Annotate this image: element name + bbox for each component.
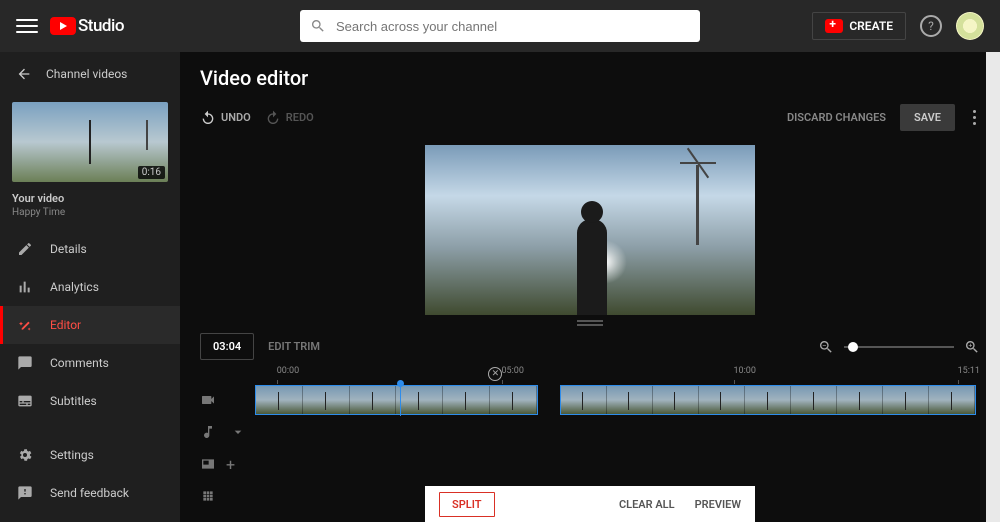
ruler-tick: 00:00	[277, 366, 299, 376]
sidebar-label: Editor	[50, 318, 81, 332]
timeline-controls: 03:04 EDIT TRIM	[180, 327, 1000, 366]
back-label: Channel videos	[46, 67, 127, 81]
endscreen-icon	[200, 456, 216, 472]
blur-icon	[200, 488, 216, 504]
sidebar-item-classic[interactable]: Creator Studio Classic	[0, 512, 180, 522]
discard-button[interactable]: DISCARD CHANGES	[787, 111, 886, 124]
video-track-header	[200, 384, 255, 416]
endscreen-track-header[interactable]: +	[200, 448, 255, 480]
sidebar-label: Settings	[50, 448, 94, 462]
audio-track-header[interactable]	[200, 416, 255, 448]
ruler-tick: 15:11	[958, 366, 980, 376]
sidebar-item-comments[interactable]: Comments	[0, 344, 180, 382]
trim-action-panel: SPLIT CLEAR ALL PREVIEW	[425, 486, 755, 522]
top-bar: Studio CREATE ?	[0, 0, 1000, 52]
youtube-icon	[50, 17, 76, 35]
time-ruler[interactable]: 00:00 05:00 10:00 15:11 ✕	[255, 366, 980, 384]
feedback-icon	[16, 484, 34, 502]
music-icon	[200, 424, 216, 440]
create-icon	[825, 19, 843, 33]
undo-icon	[200, 110, 216, 126]
zoom-out-icon[interactable]	[818, 339, 834, 355]
zoom-in-icon[interactable]	[964, 339, 980, 355]
sidebar-label: Send feedback	[50, 486, 129, 500]
scrollbar[interactable]	[986, 52, 1000, 522]
redo-button: REDO	[265, 110, 314, 126]
clip-segment-1[interactable]	[255, 385, 538, 415]
your-video-heading: Your video	[12, 192, 168, 205]
sidebar-item-editor[interactable]: Editor	[0, 306, 180, 344]
brand-text: Studio	[78, 16, 124, 36]
ruler-tick: 10:00	[734, 366, 756, 376]
preview-area	[180, 145, 1000, 315]
video-icon	[200, 392, 216, 408]
create-button[interactable]: CREATE	[812, 12, 906, 40]
video-title: Happy Time	[12, 207, 168, 218]
menu-icon[interactable]	[16, 15, 38, 37]
back-to-channel-videos[interactable]: Channel videos	[0, 52, 180, 96]
main-area: Video editor UNDO REDO DISCARD CHANGES S…	[180, 52, 1000, 522]
chevron-down-icon	[230, 424, 246, 440]
sidebar-item-settings[interactable]: Settings	[0, 436, 180, 474]
undo-button[interactable]: UNDO	[200, 110, 251, 126]
split-button[interactable]: SPLIT	[439, 492, 495, 517]
search-box[interactable]	[300, 10, 700, 42]
comments-icon	[16, 354, 34, 372]
arrow-left-icon	[16, 66, 32, 82]
more-options-icon[interactable]	[969, 110, 980, 125]
sidebar-label: Analytics	[50, 280, 99, 294]
search-icon	[310, 18, 326, 34]
audio-track[interactable]	[255, 416, 980, 448]
wand-icon	[16, 316, 34, 334]
toolbar: UNDO REDO DISCARD CHANGES SAVE	[180, 96, 1000, 145]
help-icon[interactable]: ?	[920, 15, 942, 37]
blur-track-header	[200, 480, 255, 512]
gear-icon	[16, 446, 34, 464]
ruler-tick: 05:00	[502, 366, 524, 376]
zoom-slider[interactable]	[844, 346, 954, 348]
edit-trim-button[interactable]: EDIT TRIM	[268, 340, 320, 353]
thumb-duration: 0:16	[138, 166, 165, 179]
sidebar-label: Details	[50, 242, 87, 256]
video-track[interactable]	[255, 384, 980, 416]
undo-label: UNDO	[221, 111, 251, 124]
search-input[interactable]	[336, 19, 690, 34]
sidebar-item-details[interactable]: Details	[0, 230, 180, 268]
endscreen-track[interactable]	[255, 448, 980, 480]
pencil-icon	[16, 240, 34, 258]
preview-button[interactable]: PREVIEW	[695, 498, 741, 511]
save-button[interactable]: SAVE	[900, 104, 955, 131]
sidebar-label: Comments	[50, 356, 109, 370]
sidebar: Channel videos 0:16 Your video Happy Tim…	[0, 52, 180, 522]
video-thumbnail[interactable]: 0:16	[12, 102, 168, 182]
redo-icon	[265, 110, 281, 126]
analytics-icon	[16, 278, 34, 296]
logo[interactable]: Studio	[50, 16, 124, 36]
subtitles-icon	[16, 392, 34, 410]
panel-drag-handle[interactable]	[180, 315, 1000, 327]
sidebar-item-feedback[interactable]: Send feedback	[0, 474, 180, 512]
avatar[interactable]	[956, 12, 984, 40]
redo-label: REDO	[286, 111, 314, 124]
clear-all-button[interactable]: CLEAR ALL	[619, 498, 675, 511]
timecode[interactable]: 03:04	[200, 333, 254, 360]
sidebar-item-analytics[interactable]: Analytics	[0, 268, 180, 306]
sidebar-label: Subtitles	[50, 394, 97, 408]
playhead[interactable]	[400, 384, 401, 416]
sidebar-item-subtitles[interactable]: Subtitles	[0, 382, 180, 420]
cut-marker-icon[interactable]: ✕	[488, 367, 502, 381]
create-label: CREATE	[849, 19, 893, 33]
video-preview[interactable]	[425, 145, 755, 315]
clip-segment-2[interactable]	[560, 385, 977, 415]
page-title: Video editor	[180, 52, 1000, 96]
